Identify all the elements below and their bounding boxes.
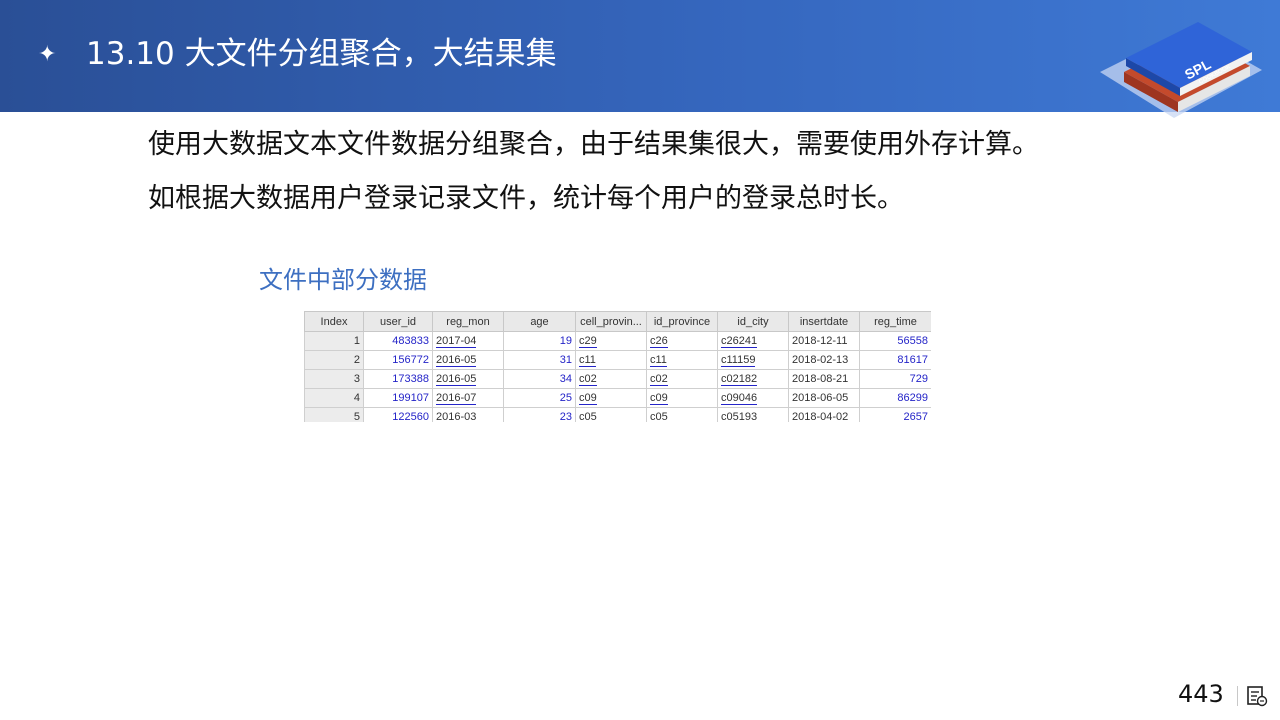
header-banner: ✦ 13.10 大文件分组聚合，大结果集 SPL COOKBOOK — [0, 0, 1280, 118]
table-cell: c02182 — [717, 369, 789, 389]
table-cell: 199107 — [363, 388, 433, 408]
table-cell: 2018-08-21 — [788, 369, 860, 389]
column-header: age — [503, 311, 576, 332]
cell-value: c11 — [579, 354, 596, 367]
table-cell: 483833 — [363, 331, 433, 351]
table-cell: 86299 — [859, 388, 931, 408]
table-row: 3 173388 2016-05 34 c02 c02 c02182 2018-… — [304, 369, 931, 389]
table-cell: 19 — [503, 331, 576, 351]
table-cell: c02 — [575, 369, 647, 389]
cell-value: 2017-04 — [436, 335, 477, 348]
column-header: id_province — [646, 311, 718, 332]
table-cell: 25 — [503, 388, 576, 408]
column-header: insertdate — [788, 311, 860, 332]
cell-value: 2016-05 — [436, 354, 477, 367]
table-cell: 2018-04-02 — [788, 407, 860, 422]
table-cell: c29 — [575, 331, 647, 351]
table-cell: 23 — [503, 407, 576, 422]
column-header: user_id — [363, 311, 433, 332]
cell-value: c09 — [579, 392, 597, 405]
body-line-1: 使用大数据文本文件数据分组聚合，由于结果集很大，需要使用外存计算。 — [148, 129, 1039, 160]
table-cell: 2 — [304, 350, 364, 370]
table-cell: c09046 — [717, 388, 789, 408]
table-caption: 文件中部分数据 — [259, 266, 427, 294]
body-line-2: 如根据大数据用户登录记录文件，统计每个用户的登录总时长。 — [148, 183, 904, 214]
column-header: reg_time — [859, 311, 931, 332]
table-cell: 729 — [859, 369, 931, 389]
cell-value: c11 — [650, 354, 667, 367]
cell-value: 2016-05 — [436, 373, 477, 386]
table-cell: 4 — [304, 388, 364, 408]
table-cell: 2017-04 — [432, 331, 504, 351]
table-row: 5 122560 2016-03 23 c05 c05 c05193 2018-… — [304, 407, 931, 422]
table-cell: 3 — [304, 369, 364, 389]
notes-icon[interactable] — [1246, 685, 1268, 707]
spl-cookbook-logo: SPL COOKBOOK — [1100, 22, 1262, 118]
table-cell: c09 — [646, 388, 718, 408]
cell-value: c02182 — [721, 373, 758, 386]
table-cell: 2016-05 — [432, 369, 504, 389]
column-header: id_city — [717, 311, 789, 332]
star-bullet-icon: ✦ — [38, 42, 57, 67]
table-cell: 2018-06-05 — [788, 388, 860, 408]
table-cell: 2018-12-11 — [788, 331, 860, 351]
cell-value: c02 — [650, 373, 668, 386]
table-cell: c11 — [575, 350, 647, 370]
data-table-container: Index user_id reg_mon age cell_provin...… — [304, 311, 931, 422]
table-cell: 1 — [304, 331, 364, 351]
table-cell: 2016-03 — [432, 407, 504, 422]
table-row: 2 156772 2016-05 31 c11 c11 c11159 2018-… — [304, 350, 931, 370]
table-cell: c05193 — [717, 407, 789, 422]
column-header: cell_provin... — [575, 311, 647, 332]
cell-value: c29 — [579, 335, 597, 348]
table-header-row: Index user_id reg_mon age cell_provin...… — [304, 311, 931, 332]
table-cell: 2016-05 — [432, 350, 504, 370]
cell-value: c09 — [650, 392, 668, 405]
table-cell: c05 — [575, 407, 647, 422]
slide-title: 13.10 大文件分组聚合，大结果集 — [86, 36, 557, 72]
table-cell: 122560 — [363, 407, 433, 422]
table-cell: 2657 — [859, 407, 931, 422]
table-cell: 56558 — [859, 331, 931, 351]
table-cell: c11 — [646, 350, 718, 370]
table-cell: c26241 — [717, 331, 789, 351]
table-cell: 156772 — [363, 350, 433, 370]
table-cell: 34 — [503, 369, 576, 389]
column-header: Index — [304, 311, 364, 332]
cell-value: c02 — [579, 373, 597, 386]
cell-value: c26 — [650, 335, 668, 348]
table-row: 1 483833 2017-04 19 c29 c26 c26241 2018-… — [304, 331, 931, 351]
data-table: Index user_id reg_mon age cell_provin...… — [304, 311, 931, 422]
table-cell: c02 — [646, 369, 718, 389]
table-cell: c05 — [646, 407, 718, 422]
table-cell: 31 — [503, 350, 576, 370]
table-cell: 5 — [304, 407, 364, 422]
table-cell: 173388 — [363, 369, 433, 389]
table-cell: c11159 — [717, 350, 789, 370]
cell-value: c09046 — [721, 392, 758, 405]
table-cell: 81617 — [859, 350, 931, 370]
table-cell: c09 — [575, 388, 647, 408]
table-row: 4 199107 2016-07 25 c09 c09 c09046 2018-… — [304, 388, 931, 408]
column-header: reg_mon — [432, 311, 504, 332]
table-cell: c26 — [646, 331, 718, 351]
cell-value: 2016-07 — [436, 392, 477, 405]
cell-value: c26241 — [721, 335, 758, 348]
page-number: 443 — [1178, 680, 1224, 708]
table-cell: 2016-07 — [432, 388, 504, 408]
cell-value: c11159 — [721, 354, 756, 367]
table-cell: 2018-02-13 — [788, 350, 860, 370]
footer-divider — [1237, 686, 1238, 706]
